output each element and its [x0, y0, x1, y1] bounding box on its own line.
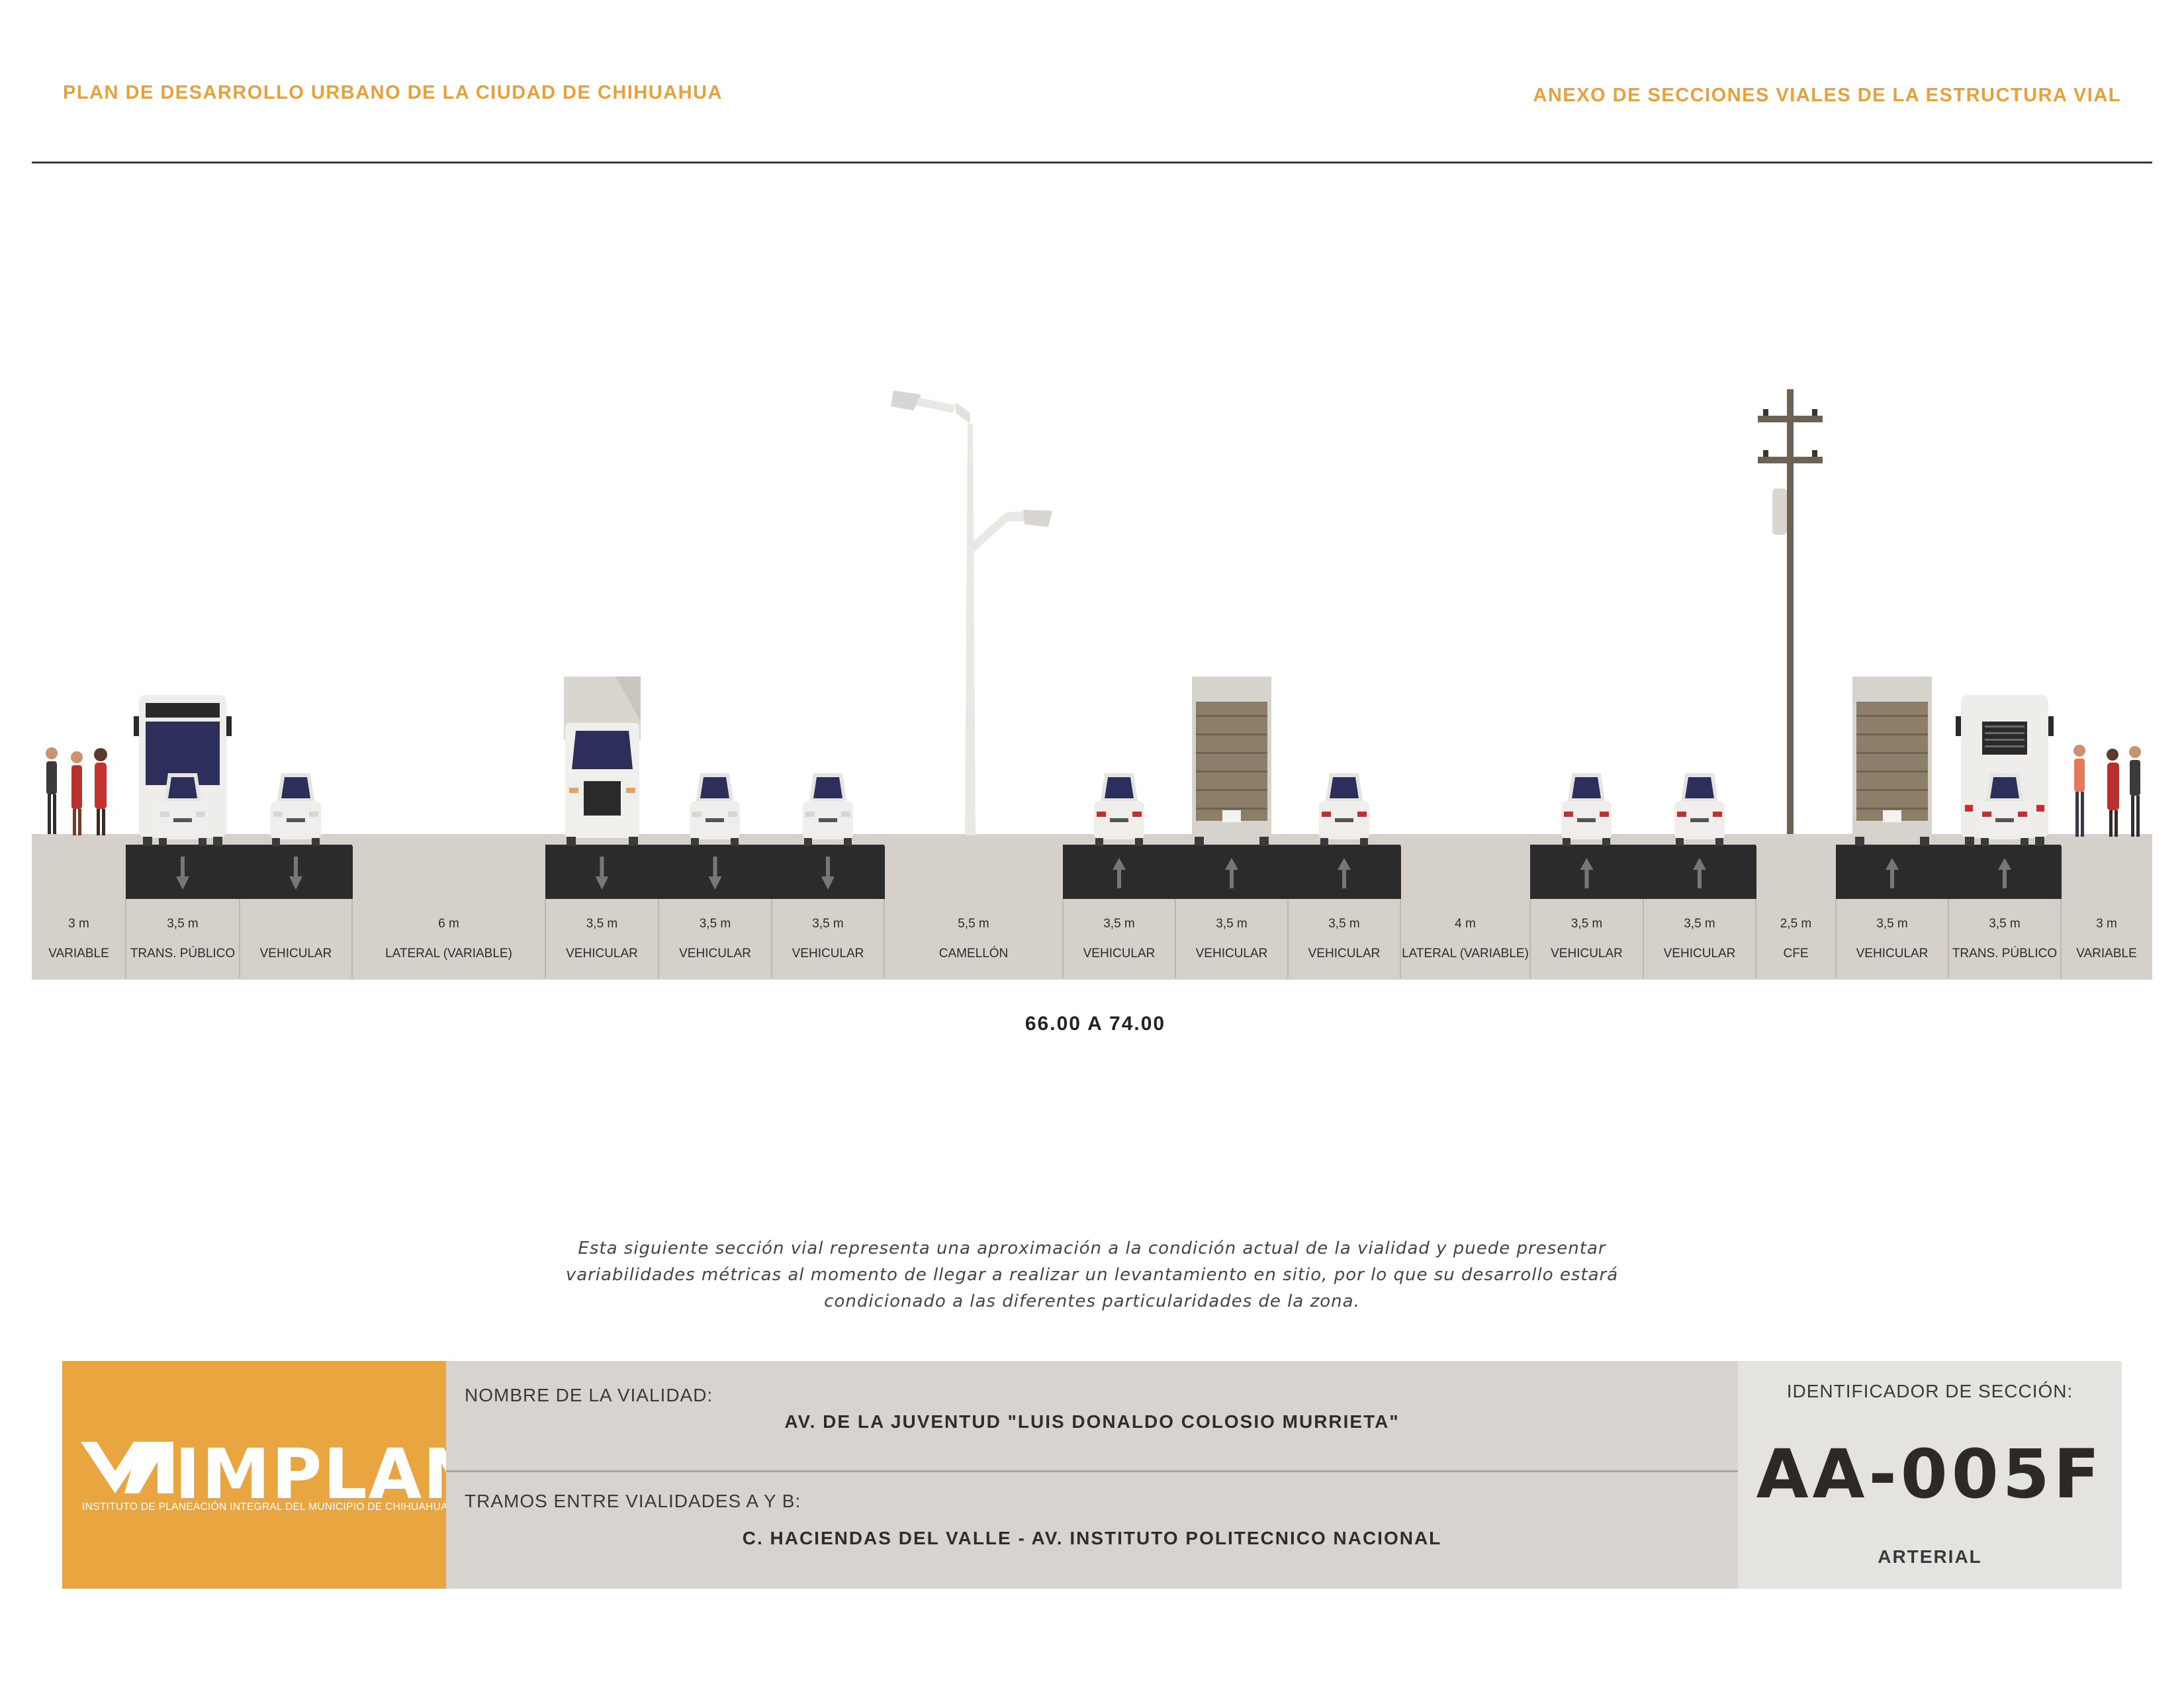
segment-range-label: TRAMOS ENTRE VIALIDADES A Y B:: [465, 1491, 801, 1511]
truck-rear-icon: [1192, 677, 1271, 846]
car-rear-icon: [1561, 773, 1612, 846]
segment-width-label: 3,5 m: [1989, 917, 2021, 931]
segment-width-label: 4 m: [1455, 917, 1476, 931]
segment-width-label: 3 m: [2096, 917, 2117, 931]
implan-logo-mark-icon: [81, 1442, 173, 1493]
segment-range-value: C. HACIENDAS DEL VALLE - AV. INSTITUTO P…: [742, 1528, 1442, 1548]
car-rear-icon: [1094, 773, 1144, 846]
disclaimer-text: Esta siguiente sección vial representa u…: [463, 1235, 1721, 1315]
segment-width-label: 3,5 m: [1328, 917, 1360, 931]
truck-rear-icon: [1852, 677, 1932, 846]
segment-use-label: VEHICULAR: [679, 947, 751, 961]
total-width-label: 66.00 A 74.00: [1024, 1013, 1166, 1035]
section-info-card: IMPLAN INSTITUTO DE PLANEACIÓN INTEGRAL …: [62, 1361, 2122, 1589]
segment-width-label: 3 m: [68, 917, 89, 931]
implan-logo-subtitle: INSTITUTO DE PLANEACIÓN INTEGRAL DEL MUN…: [82, 1501, 448, 1513]
pedestrians-right-icon: [2073, 745, 2141, 837]
road-name-value: AV. DE LA JUVENTUD "LUIS DONALDO COLOSIO…: [784, 1411, 1400, 1432]
street-lamp-icon: [891, 391, 1052, 835]
segment-width-label: 3,5 m: [1216, 917, 1248, 931]
segment-use-label: VEHICULAR: [1195, 947, 1268, 961]
segment-use-label: TRANS. PÚBLICO: [130, 947, 236, 961]
raised-strip: [884, 835, 1063, 846]
disclaimer-line-3: condicionado a las diferentes particular…: [824, 1291, 1360, 1311]
road-name-label: NOMBRE DE LA VIALIDAD:: [465, 1385, 713, 1405]
utility-pole-icon: [1758, 389, 1823, 834]
segment-use-label: VARIABLE: [48, 947, 109, 961]
segment-width-label: 2,5 m: [1780, 917, 1812, 931]
segment-width-label: 3,5 m: [167, 917, 199, 931]
segment-use-label: VEHICULAR: [1308, 947, 1381, 961]
section-id-panel: IDENTIFICADOR DE SECCIÓN: AA-005F ARTERI…: [1738, 1361, 2122, 1589]
car-front-icon: [690, 773, 740, 846]
segment-use-label: VEHICULAR: [259, 947, 332, 961]
segment-use-label: VEHICULAR: [566, 947, 638, 961]
raised-strip: [2061, 835, 2152, 846]
segment-width-label: 5,5 m: [958, 917, 989, 931]
segment-width-label: 6 m: [438, 917, 459, 931]
info-divider: [446, 1470, 1738, 1472]
segment-use-label: VEHICULAR: [1663, 947, 1736, 961]
segment-use-label: LATERAL (VARIABLE): [1402, 947, 1529, 961]
segment-use-label: VARIABLE: [2076, 947, 2137, 961]
segment-width-label: 3,5 m: [586, 917, 618, 931]
section-id-code: AA-005F: [1756, 1435, 2104, 1514]
car-rear-icon: [1319, 773, 1369, 846]
segment-use-label: TRANS. PÚBLICO: [1952, 947, 2058, 961]
road-info-panel: NOMBRE DE LA VIALIDAD: AV. DE LA JUVENTU…: [446, 1361, 1738, 1589]
segment-use-label: VEHICULAR: [1856, 947, 1929, 961]
disclaimer-line-1: Esta siguiente sección vial representa u…: [578, 1239, 1606, 1258]
disclaimer-line-2: variabilidades métricas al momento de ll…: [565, 1265, 1619, 1285]
segment-use-label: VEHICULAR: [792, 947, 864, 961]
raised-strip: [1400, 835, 1530, 846]
segment-use-label: LATERAL (VARIABLE): [385, 947, 512, 961]
raised-strip: [1756, 835, 1836, 846]
car-front-icon: [803, 773, 853, 846]
road-cross-section: 3 m VARIABLE 3,5 m TRANS. PÚBLICO VEHICULAR 6…: [0, 0, 2184, 993]
truck-front-icon: [564, 677, 641, 846]
raised-strip: [32, 835, 126, 846]
section-id-label: IDENTIFICADOR DE SECCIÓN:: [1786, 1381, 2073, 1401]
segment-width-label: 3,5 m: [699, 917, 731, 931]
segment-width-label: 3,5 m: [1684, 917, 1715, 931]
raised-strip: [352, 835, 545, 846]
segment-use-label: CAMELLÓN: [938, 947, 1009, 961]
segment-use-label: CFE: [1783, 947, 1809, 961]
segment-width-label: 3,5 m: [1103, 917, 1135, 931]
implan-logo-panel: IMPLAN INSTITUTO DE PLANEACIÓN INTEGRAL …: [62, 1361, 480, 1589]
segment-width-label: 3,5 m: [812, 917, 844, 931]
segment-width-label: 3,5 m: [1876, 917, 1908, 931]
segment-use-label: VEHICULAR: [1083, 947, 1156, 961]
cross-section-drawing: [32, 389, 2152, 980]
pedestrians-left-icon: [46, 747, 107, 835]
segment-width-label: 3,5 m: [1570, 917, 1603, 931]
car-rear-icon: [1674, 773, 1725, 846]
segment-use-label: VEHICULAR: [1551, 947, 1623, 961]
car-front-icon: [271, 773, 321, 846]
road-classification: ARTERIAL: [1878, 1546, 1982, 1567]
